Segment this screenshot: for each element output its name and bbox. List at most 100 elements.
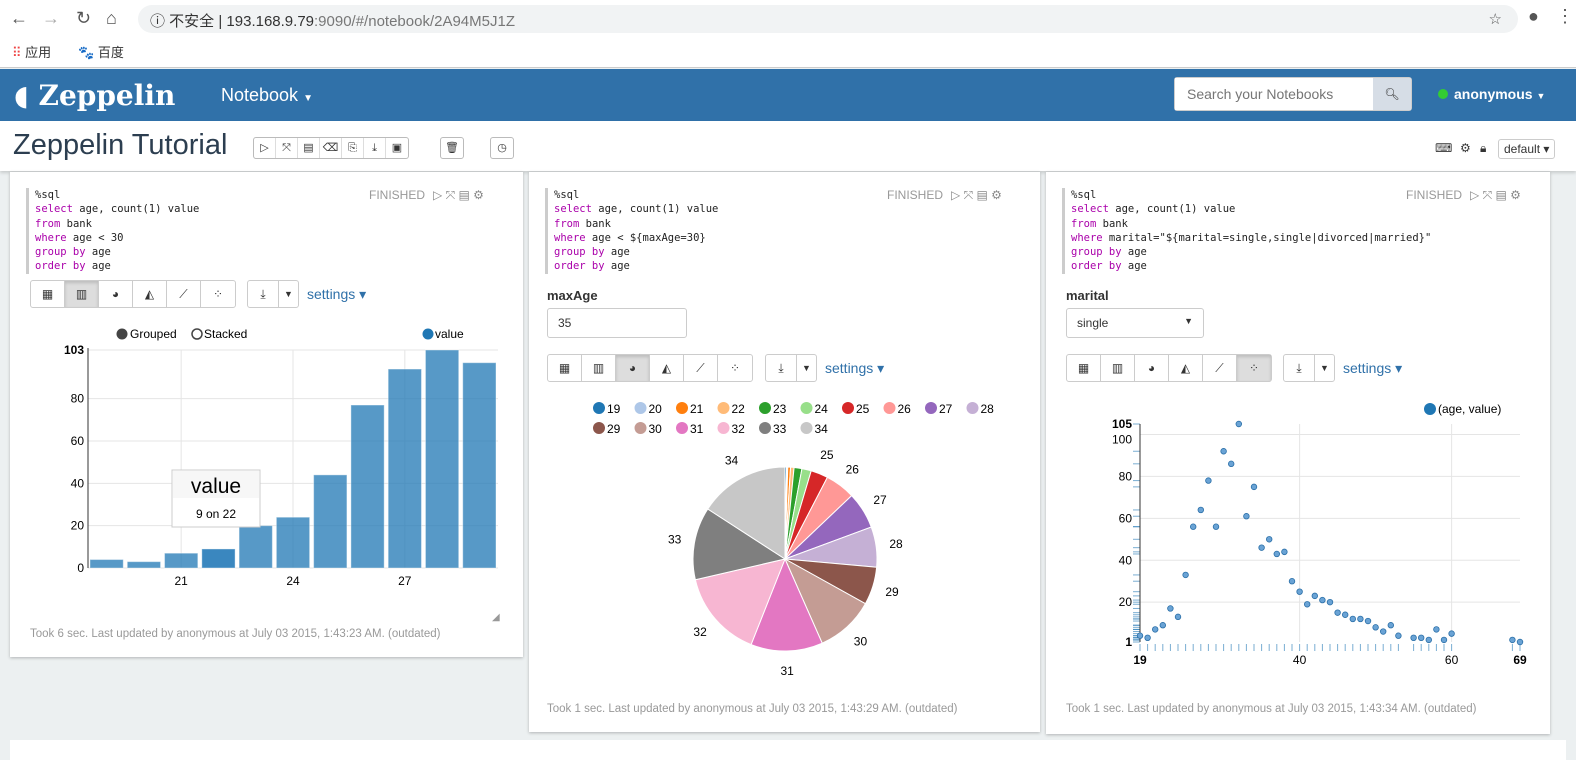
legend-label: 23 <box>773 402 787 416</box>
bar <box>164 552 199 569</box>
bar-chart-icon[interactable]: ▥ <box>65 281 99 307</box>
legend-label: 20 <box>649 402 663 416</box>
address-bar[interactable]: ⓘ 不安全 | 193.168.9.79:9090/#/notebook/2A9… <box>138 5 1518 33</box>
menu-icon[interactable]: ⋮ <box>1556 6 1574 27</box>
download-button[interactable]: ⤓ ▼ <box>765 354 817 382</box>
area-chart-icon[interactable]: ◭ <box>133 281 167 307</box>
bookmark-baidu[interactable]: 🐾 百度 <box>78 42 124 61</box>
scatter-chart: (age, value) 1 20 40 60 80 100105 19 40 60 69 <box>1112 402 1527 667</box>
bookmark-apps[interactable]: ⠿ 应用 <box>12 42 51 61</box>
line-chart-icon[interactable]: ⟋ <box>1203 355 1237 381</box>
search-icon[interactable]: 🔍︎ <box>1373 78 1411 110</box>
hide-code-icon[interactable]: ⤧ <box>276 138 298 158</box>
download-button[interactable]: ⤓ ▼ <box>1283 354 1335 382</box>
tooltip-title: value <box>191 475 241 498</box>
version-icon[interactable]: ▣ <box>386 138 408 158</box>
search-input[interactable] <box>1175 78 1371 110</box>
bar-chart: Grouped Stacked value 0 20 40 60 80 103 21 24 27 val… <box>64 327 498 588</box>
pie-chart-icon[interactable]: ◕ <box>1135 355 1169 381</box>
scatter-chart-icon[interactable]: ⁘ <box>718 355 752 381</box>
x-tick-label: 24 <box>286 574 300 588</box>
x-tick-label: 69 <box>1513 653 1527 667</box>
keyboard-icon[interactable]: ⌨ <box>1435 141 1452 155</box>
zeppelin-logo[interactable]: ◖ Zeppelin <box>14 79 175 112</box>
download-button[interactable]: ⤓ ▼ <box>247 280 299 308</box>
eraser-icon[interactable]: ⌫ <box>320 138 342 158</box>
clone-icon[interactable]: ⎘ <box>342 138 364 158</box>
bar-chart-icon[interactable]: ▥ <box>1101 355 1135 381</box>
slice-label: 32 <box>693 625 707 639</box>
resize-handle[interactable]: ◢ <box>492 612 500 623</box>
paragraph-controls[interactable]: ▷ ⤧ ▤ ⚙ <box>433 188 484 203</box>
pie-chart-icon[interactable]: ◕ <box>99 281 133 307</box>
legend-label: 28 <box>981 402 995 416</box>
settings-toggle[interactable]: settings ▾ <box>1343 360 1402 377</box>
next-paragraph <box>10 740 1566 760</box>
scatter-chart-icon[interactable]: ⁘ <box>201 281 235 307</box>
code-line: group by age <box>1071 246 1147 259</box>
lock-icon[interactable]: 🔒︎ <box>1480 141 1486 156</box>
scatter-point <box>1182 571 1189 579</box>
paragraph-controls[interactable]: ▷ ⤧ ▤ ⚙ <box>951 188 1002 203</box>
legend-label: (age, value) <box>1438 402 1501 416</box>
y-tick-label: 40 <box>1119 553 1133 567</box>
legend-dot <box>676 422 688 434</box>
table-icon[interactable]: ▦ <box>31 281 65 307</box>
scatter-point <box>1357 615 1364 623</box>
scatter-point <box>1258 544 1265 551</box>
x-tick-label: 21 <box>175 574 189 588</box>
paragraph-controls[interactable]: ▷ ⤧ ▤ ⚙ <box>1470 188 1521 203</box>
line-chart-icon[interactable]: ⟋ <box>167 281 201 307</box>
delete-button[interactable]: 🗑︎ <box>440 137 464 159</box>
x-tick-label: 60 <box>1445 653 1459 667</box>
settings-toggle[interactable]: settings ▾ <box>825 360 884 377</box>
x-tick-label: 19 <box>1133 653 1147 667</box>
code-editor[interactable]: %sql select age, count(1) value from bank w… <box>26 188 199 274</box>
marital-select[interactable]: single ▼ <box>1066 308 1204 338</box>
export-icon[interactable]: ⤓ <box>364 138 386 158</box>
y-tick-label: 0 <box>77 561 84 575</box>
back-icon[interactable]: ← <box>10 8 28 29</box>
book-icon[interactable]: ▤ <box>298 138 320 158</box>
settings-toggle[interactable]: settings ▾ <box>307 286 366 303</box>
scatter-chart-icon[interactable]: ⁘ <box>1237 355 1271 381</box>
notebook-menu[interactable]: Notebook ▼ <box>221 85 313 106</box>
gear-icon[interactable]: ⚙ <box>1460 141 1471 155</box>
legend-dot <box>1424 403 1436 415</box>
maxage-input[interactable]: 35 <box>547 308 687 338</box>
profile-icon[interactable]: ● <box>1528 6 1539 27</box>
area-chart-icon[interactable]: ◭ <box>1169 355 1203 381</box>
code-editor[interactable]: %sql select age, count(1) value from bank w… <box>545 188 718 274</box>
y-tick-label: 103 <box>64 343 84 357</box>
user-menu[interactable]: anonymous ▼ <box>1438 86 1545 102</box>
legend-label: 21 <box>690 402 704 416</box>
slice-label: 27 <box>873 493 887 507</box>
scheduler-button[interactable]: ◷ <box>490 137 514 159</box>
notebook-title[interactable]: Zeppelin Tutorial <box>13 129 227 162</box>
bar <box>387 368 422 569</box>
line-chart-icon[interactable]: ⟋ <box>684 355 718 381</box>
code-line: %sql <box>35 189 61 201</box>
bar-chart-icon[interactable]: ▥ <box>582 355 616 381</box>
scatter-point <box>1296 588 1303 595</box>
forward-icon[interactable]: → <box>42 8 60 29</box>
bar <box>238 525 273 569</box>
y-tick-label: 80 <box>1119 469 1133 483</box>
home-icon[interactable]: ⌂ <box>106 8 117 29</box>
scatter-point <box>1395 632 1402 639</box>
paragraph-3: %sql select age, count(1) value from bank w… <box>1046 172 1550 734</box>
code-line: order by age <box>554 260 630 273</box>
legend-label: 34 <box>815 422 829 436</box>
pie-chart-icon[interactable]: ◕ <box>616 355 650 381</box>
run-all-icon[interactable]: ▷ <box>254 138 276 158</box>
scatter-point <box>1151 626 1159 633</box>
table-icon[interactable]: ▦ <box>548 355 582 381</box>
area-chart-icon[interactable]: ◭ <box>650 355 684 381</box>
code-editor[interactable]: %sql select age, count(1) value from bank w… <box>1062 188 1431 274</box>
interpreter-select[interactable]: default ▾ <box>1498 139 1556 159</box>
table-icon[interactable]: ▦ <box>1067 355 1101 381</box>
star-icon[interactable]: ☆ <box>1489 10 1502 28</box>
code-line: select age, count(1) value <box>1071 203 1236 216</box>
scatter-point <box>1342 611 1349 618</box>
reload-icon[interactable]: ↻ <box>76 8 91 29</box>
